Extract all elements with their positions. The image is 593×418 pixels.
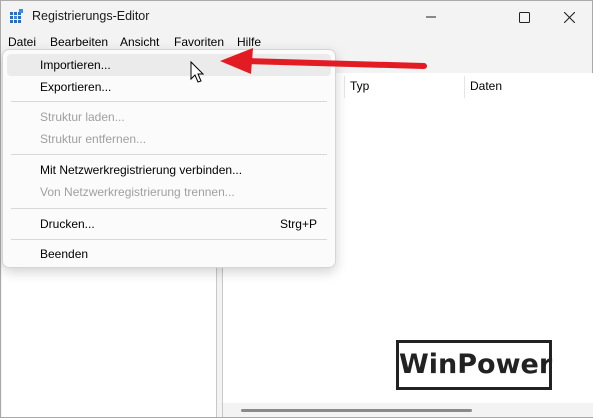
red-arrow-head [220, 48, 253, 74]
winpower-watermark-logo: WinPower [396, 340, 552, 390]
mouse-cursor-icon [190, 60, 205, 83]
red-arrow-shaft [243, 58, 427, 69]
